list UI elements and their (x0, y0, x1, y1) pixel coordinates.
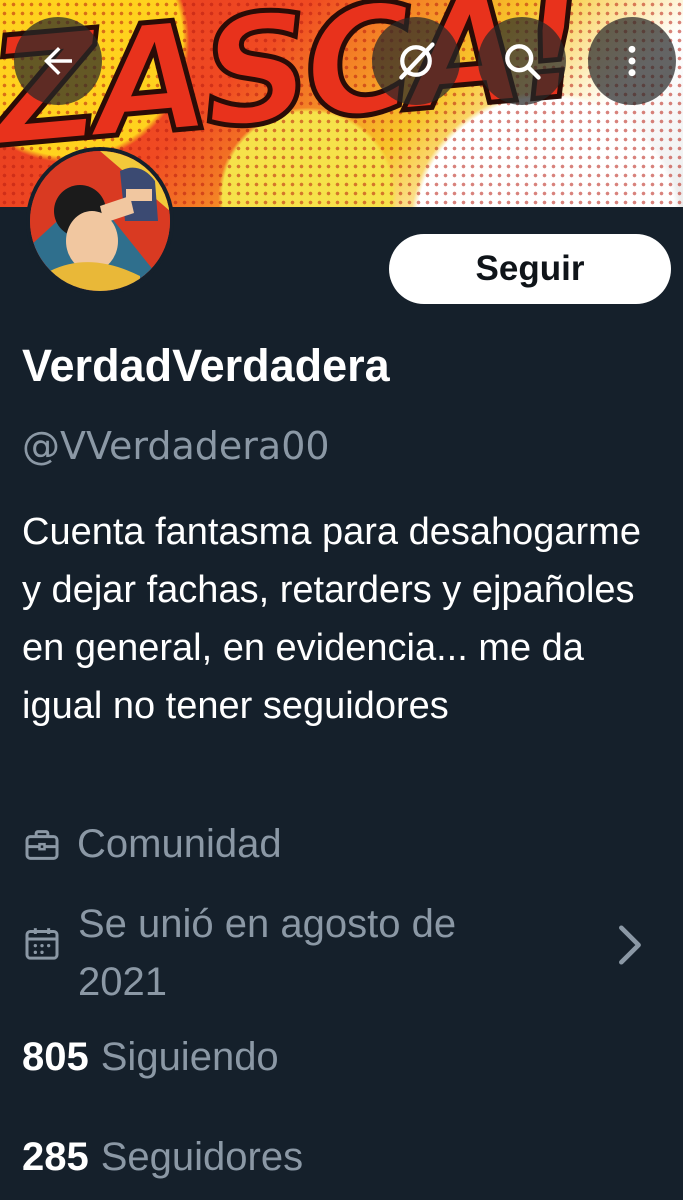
grok-button[interactable] (372, 17, 460, 105)
more-button[interactable] (588, 17, 676, 105)
search-icon (505, 44, 541, 80)
briefcase-icon (25, 829, 59, 860)
display-name: VerdadVerdadera (22, 340, 390, 391)
followers-link[interactable]: 285 Seguidores (22, 1135, 303, 1180)
chevron-right-icon (619, 925, 641, 965)
avatar-image (30, 151, 170, 291)
more-vertical-icon (628, 45, 636, 77)
followers-count: 285 (22, 1135, 89, 1179)
following-count: 805 (22, 1035, 89, 1079)
following-label: Siguiendo (100, 1035, 279, 1079)
calendar-icon (25, 928, 59, 960)
grok-icon (399, 42, 435, 80)
followers-label: Seguidores (100, 1135, 304, 1179)
follow-button[interactable]: Seguir (389, 234, 671, 304)
profile-handle: @VVerdadera00 (22, 424, 330, 468)
joined-date: Se unió en agosto de 2021 (78, 902, 457, 1004)
category-row: Comunidad (22, 822, 282, 867)
following-link[interactable]: 805 Siguiendo (22, 1035, 279, 1080)
search-button[interactable] (478, 17, 566, 105)
back-button[interactable] (14, 17, 102, 105)
profile-bio: Cuenta fantasma para desahogarme y dejar… (22, 511, 641, 727)
profile-avatar[interactable] (26, 147, 174, 295)
back-arrow-icon (44, 47, 72, 75)
category-label: Comunidad (77, 822, 282, 866)
